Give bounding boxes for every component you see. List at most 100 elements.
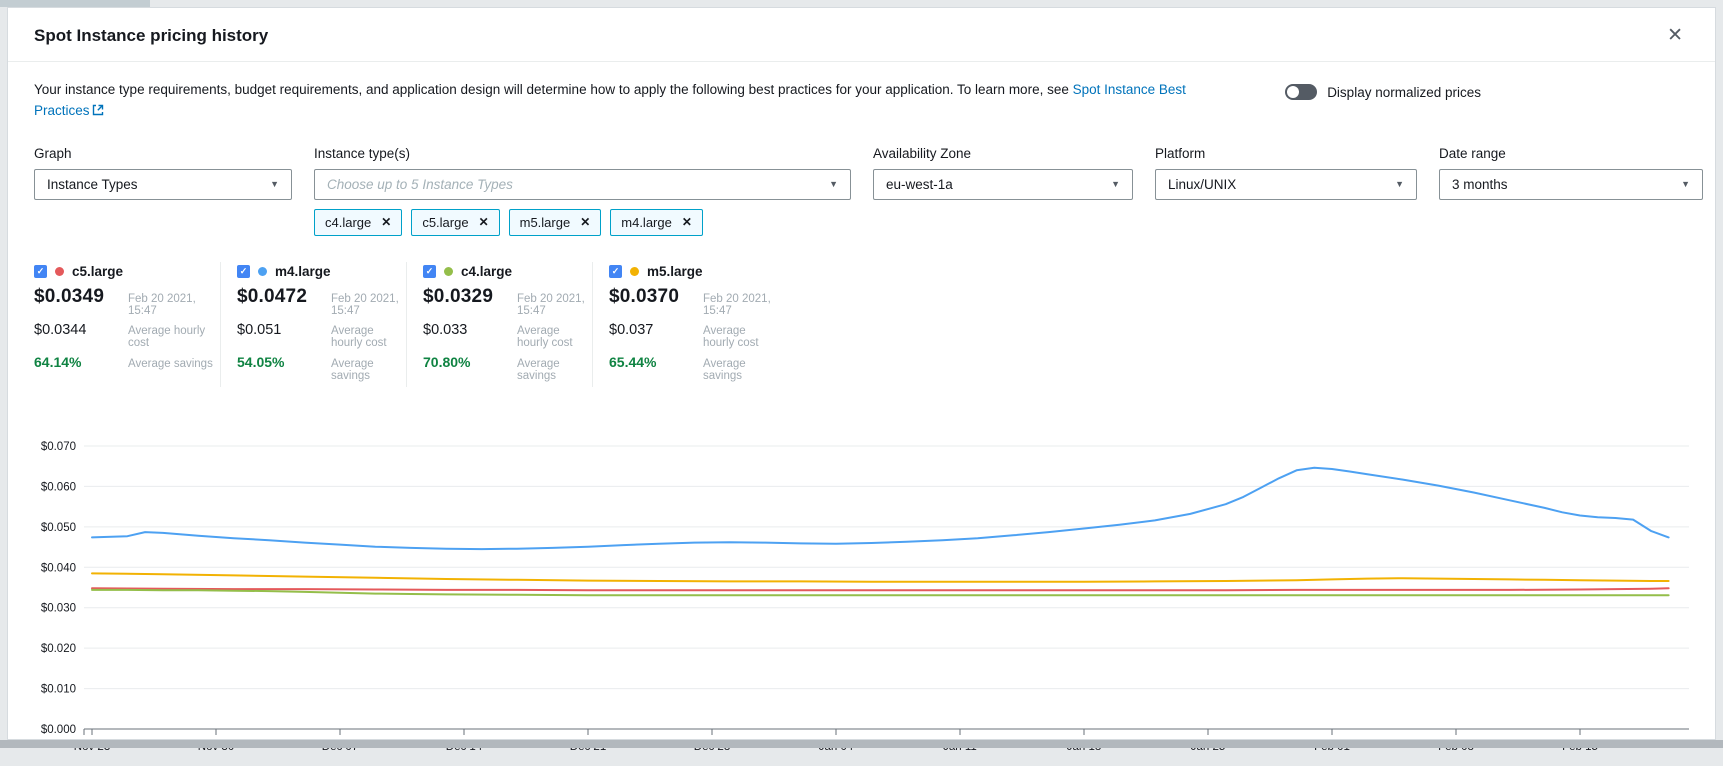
average-hourly-cost-value: $0.0344 [34, 322, 120, 338]
price-line-m5.large [92, 573, 1669, 581]
graph-select-value: Instance Types [47, 177, 138, 192]
y-axis-tick-label: $0.010 [41, 683, 76, 695]
availability-zone-label: Availability Zone [873, 146, 1133, 161]
y-axis-tick-label: $0.000 [41, 724, 76, 736]
legend-card: ✓ c5.large $0.0349 Feb 20 2021, 15:47 $0… [34, 262, 220, 387]
date-range-label: Date range [1439, 146, 1703, 161]
instance-name: c4.large [461, 264, 512, 279]
chevron-down-icon: ▼ [829, 179, 838, 189]
instance-types-label: Instance type(s) [314, 146, 851, 161]
y-axis-tick-label: $0.060 [41, 481, 76, 493]
tag-label: c5.large [422, 215, 468, 230]
date-range-select[interactable]: 3 months ▼ [1439, 169, 1703, 200]
average-savings-label: Average savings [517, 358, 592, 382]
price-timestamp: Feb 20 2021, 15:47 [128, 293, 220, 317]
chevron-down-icon: ▼ [1681, 179, 1690, 189]
price-timestamp: Feb 20 2021, 15:47 [517, 293, 592, 317]
average-hourly-cost-value: $0.033 [423, 322, 509, 338]
check-icon: ✓ [37, 266, 45, 277]
instance-name: m4.large [275, 264, 331, 279]
display-normalized-prices-toggle[interactable] [1285, 84, 1317, 100]
spot-pricing-dialog: Spot Instance pricing history ✕ Your ins… [7, 7, 1716, 740]
series-color-dot [55, 267, 64, 276]
instance-type-tag[interactable]: c4.large ✕ [314, 209, 402, 236]
background-page-fragment [0, 0, 150, 7]
price-line-c5.large [92, 588, 1669, 590]
average-hourly-cost-label: Average hourly cost [703, 325, 778, 349]
availability-zone-select[interactable]: eu-west-1a ▼ [873, 169, 1133, 200]
instance-name: m5.large [647, 264, 703, 279]
average-hourly-cost-label: Average hourly cost [517, 325, 592, 349]
chevron-down-icon: ▼ [1111, 179, 1120, 189]
instance-type-tag[interactable]: c5.large ✕ [411, 209, 499, 236]
average-savings-label: Average savings [703, 358, 778, 382]
average-hourly-cost-value: $0.037 [609, 322, 695, 338]
series-checkbox[interactable]: ✓ [237, 265, 250, 278]
tag-label: m4.large [621, 215, 672, 230]
price-line-m4.large [92, 468, 1669, 549]
check-icon: ✓ [612, 266, 620, 277]
average-savings-label: Average savings [128, 358, 213, 370]
close-icon: ✕ [1667, 25, 1683, 46]
average-hourly-cost-label: Average hourly cost [128, 325, 220, 349]
page-title: Spot Instance pricing history [34, 26, 268, 46]
current-spot-price: $0.0349 [34, 286, 120, 308]
y-axis-tick-label: $0.030 [41, 603, 76, 615]
legend-card: ✓ c4.large $0.0329 Feb 20 2021, 15:47 $0… [406, 262, 592, 387]
legend-card: ✓ m5.large $0.0370 Feb 20 2021, 15:47 $0… [592, 262, 778, 387]
intro-paragraph: Your instance type requirements, budget … [34, 80, 1214, 122]
series-color-dot [630, 267, 639, 276]
instance-type-placeholder: Choose up to 5 Instance Types [327, 177, 513, 192]
instance-type-tags: c4.large ✕ c5.large ✕ m5.large ✕ m4.larg… [314, 209, 851, 236]
average-savings-value: 70.80% [423, 354, 509, 370]
y-axis-tick-label: $0.050 [41, 522, 76, 534]
chevron-down-icon: ▼ [1395, 179, 1404, 189]
dialog-header: Spot Instance pricing history ✕ [8, 8, 1715, 62]
platform-value: Linux/UNIX [1168, 177, 1236, 192]
y-axis-tick-label: $0.020 [41, 643, 76, 655]
y-axis-tick-label: $0.040 [41, 562, 76, 574]
series-checkbox[interactable]: ✓ [34, 265, 47, 278]
current-spot-price: $0.0370 [609, 286, 695, 308]
normalized-prices-toggle-group: Display normalized prices [1285, 80, 1481, 100]
graph-select[interactable]: Instance Types ▼ [34, 169, 292, 200]
average-savings-value: 65.44% [609, 354, 695, 370]
tag-label: m5.large [520, 215, 571, 230]
chevron-down-icon: ▼ [270, 179, 279, 189]
remove-tag-icon[interactable]: ✕ [381, 215, 391, 229]
instance-type-input[interactable]: Choose up to 5 Instance Types ▼ [314, 169, 851, 200]
graph-label: Graph [34, 146, 292, 161]
tag-label: c4.large [325, 215, 371, 230]
current-spot-price: $0.0329 [423, 286, 509, 308]
y-axis-tick-label: $0.070 [41, 441, 76, 453]
instance-name: c5.large [72, 264, 123, 279]
average-savings-label: Average savings [331, 358, 406, 382]
remove-tag-icon[interactable]: ✕ [479, 215, 489, 229]
check-icon: ✓ [426, 266, 434, 277]
availability-zone-value: eu-west-1a [886, 177, 953, 192]
date-range-value: 3 months [1452, 177, 1508, 192]
average-savings-value: 64.14% [34, 354, 120, 370]
legend-cards: ✓ c5.large $0.0349 Feb 20 2021, 15:47 $0… [34, 262, 1689, 387]
current-spot-price: $0.0472 [237, 286, 323, 308]
average-savings-value: 54.05% [237, 354, 323, 370]
price-timestamp: Feb 20 2021, 15:47 [331, 293, 406, 317]
external-link-icon [92, 104, 104, 116]
background-bottom-strip [0, 740, 1723, 748]
series-checkbox[interactable]: ✓ [423, 265, 436, 278]
series-checkbox[interactable]: ✓ [609, 265, 622, 278]
remove-tag-icon[interactable]: ✕ [580, 215, 590, 229]
check-icon: ✓ [240, 266, 248, 277]
series-color-dot [258, 267, 267, 276]
toggle-label: Display normalized prices [1327, 85, 1481, 100]
instance-type-tag[interactable]: m4.large ✕ [610, 209, 703, 236]
platform-label: Platform [1155, 146, 1417, 161]
price-timestamp: Feb 20 2021, 15:47 [703, 293, 778, 317]
instance-type-tag[interactable]: m5.large ✕ [509, 209, 602, 236]
toggle-knob [1287, 86, 1299, 98]
intro-text: Your instance type requirements, budget … [34, 82, 1073, 97]
platform-select[interactable]: Linux/UNIX ▼ [1155, 169, 1417, 200]
close-button[interactable]: ✕ [1661, 24, 1689, 47]
remove-tag-icon[interactable]: ✕ [682, 215, 692, 229]
price-chart[interactable]: $0.070 $0.060 $0.050 $0.040 $0.030 $0.020 $0.0… [34, 401, 1704, 761]
